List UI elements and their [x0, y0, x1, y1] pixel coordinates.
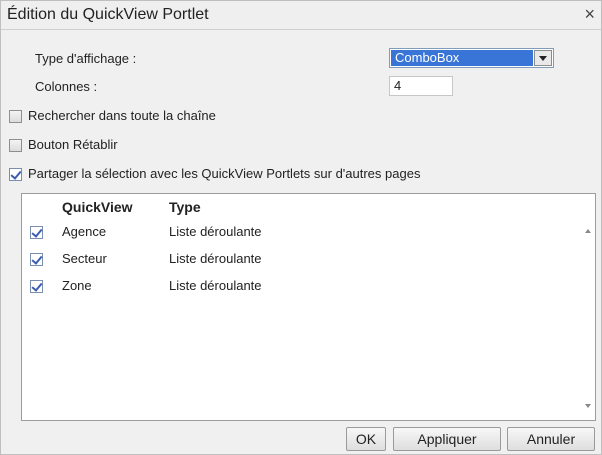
reset-button-checkbox[interactable] — [9, 139, 22, 152]
row-type: Liste déroulante — [169, 251, 262, 266]
table-row[interactable]: Secteur Liste déroulante — [22, 248, 572, 272]
close-icon[interactable]: × — [584, 4, 595, 24]
row-type: Liste déroulante — [169, 278, 262, 293]
ok-button[interactable]: OK — [346, 427, 386, 451]
reset-button-label: Bouton Rétablir — [28, 137, 118, 152]
row-quickview-name: Agence — [62, 224, 107, 239]
row-checkbox[interactable] — [30, 280, 43, 293]
table-row[interactable]: Zone Liste déroulante — [22, 275, 572, 299]
cancel-button[interactable]: Annuler — [507, 427, 595, 451]
column-header-type: Type — [169, 199, 201, 215]
quickview-edit-dialog: Édition du QuickView Portlet × Type d'af… — [0, 0, 602, 455]
table-row[interactable]: Agence Liste déroulante — [22, 221, 572, 245]
dialog-title: Édition du QuickView Portlet — [7, 6, 209, 23]
row-type: Liste déroulante — [169, 224, 262, 239]
dialog-titlebar: Édition du QuickView Portlet × — [1, 1, 601, 30]
scroll-down-icon[interactable] — [585, 404, 591, 408]
columns-label: Colonnes : — [35, 79, 98, 94]
apply-button[interactable]: Appliquer — [393, 427, 501, 451]
chevron-down-icon — [539, 56, 547, 61]
share-selection-label: Partager la sélection avec les QuickView… — [28, 166, 421, 181]
scroll-up-icon[interactable] — [585, 229, 591, 233]
column-header-quickview: QuickView — [62, 199, 133, 215]
row-checkbox[interactable] — [30, 226, 43, 239]
dropdown-button[interactable] — [534, 50, 552, 66]
display-type-select[interactable]: ComboBox — [389, 48, 554, 68]
search-whole-string-checkbox[interactable] — [9, 110, 22, 123]
row-quickview-name: Secteur — [62, 251, 107, 266]
search-whole-string-label: Rechercher dans toute la chaîne — [28, 108, 216, 123]
columns-input[interactable]: 4 — [389, 76, 453, 96]
quickview-table: QuickView Type Agence Liste déroulante S… — [21, 193, 596, 421]
display-type-label: Type d'affichage : — [35, 51, 137, 66]
row-checkbox[interactable] — [30, 253, 43, 266]
display-type-selected-value: ComboBox — [391, 50, 533, 66]
share-selection-checkbox[interactable] — [9, 168, 22, 181]
row-quickview-name: Zone — [62, 278, 92, 293]
